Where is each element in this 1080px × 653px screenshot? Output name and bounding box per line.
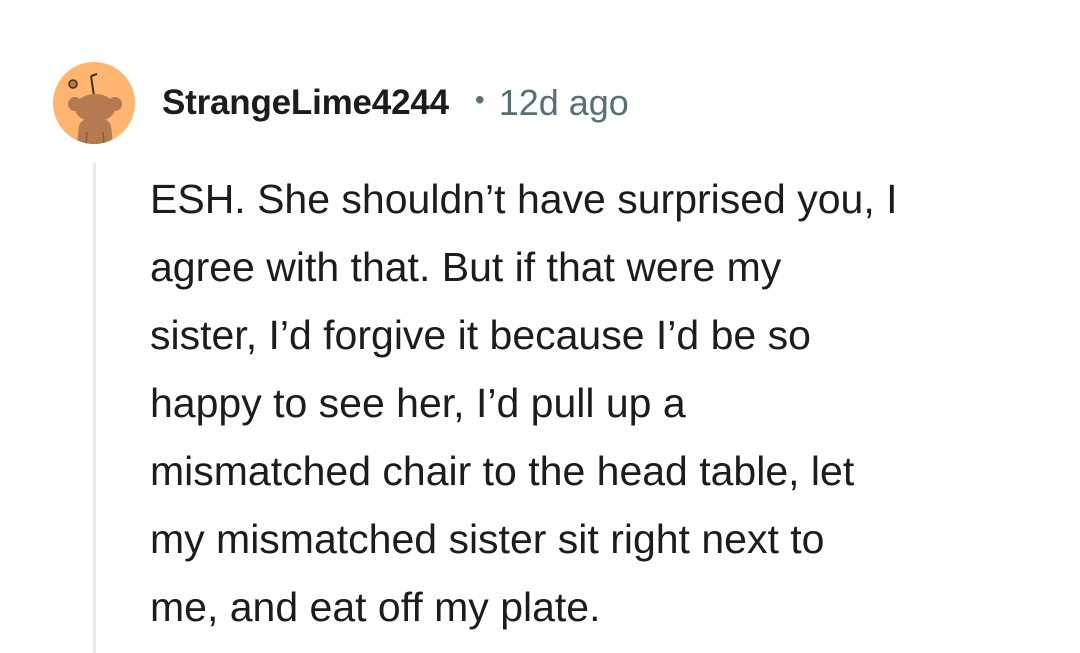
- comment-body: ESH. She shouldn’t have surprised you, I…: [150, 165, 1030, 641]
- comment-body-line: my mismatched sister sit right next to: [150, 516, 825, 562]
- comment-body-line: sister, I’d forgive it because I’d be so: [150, 312, 811, 358]
- timestamp-link[interactable]: 12d ago: [499, 82, 629, 124]
- thread-collapse-line[interactable]: [93, 163, 96, 653]
- snoo-avatar-icon: [68, 73, 122, 144]
- comment-body-line: agree with that. But if that were my: [150, 244, 782, 290]
- username-link[interactable]: StrangeLime4244: [162, 83, 449, 123]
- comment-body-line: mismatched chair to the head table, let: [150, 448, 855, 494]
- meta-separator: •: [474, 84, 485, 115]
- comment-body-line: ESH. She shouldn’t have surprised you, I: [150, 176, 898, 222]
- comment: StrangeLime4244 • 12d ago ESH. She shoul…: [0, 0, 1080, 653]
- comment-body-line: happy to see her, I’d pull up a: [150, 380, 686, 426]
- avatar[interactable]: [53, 62, 135, 144]
- comment-header: StrangeLime4244 • 12d ago: [162, 80, 629, 126]
- comment-body-line: me, and eat off my plate.: [150, 584, 601, 630]
